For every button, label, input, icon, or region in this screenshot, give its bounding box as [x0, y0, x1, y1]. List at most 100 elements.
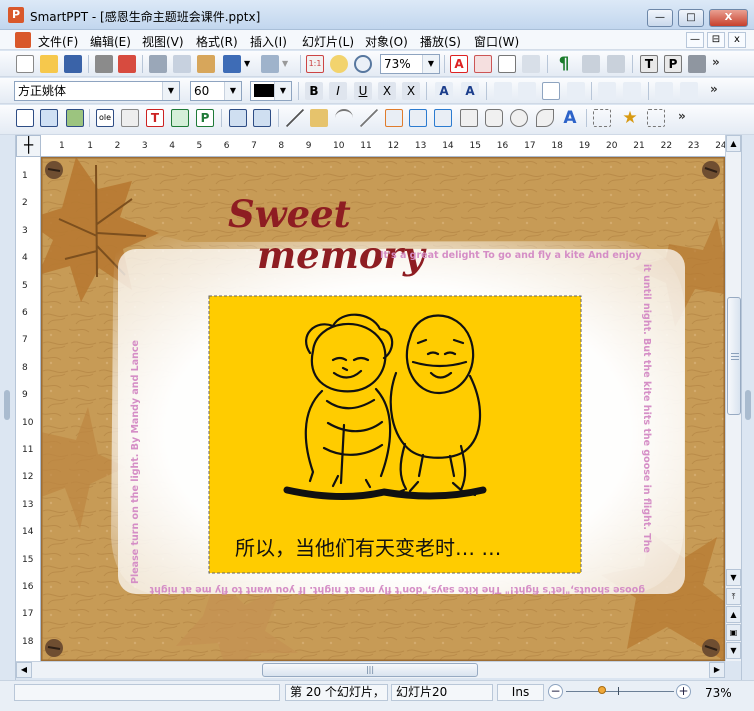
align-left-icon[interactable]: [494, 82, 512, 100]
menu-insert[interactable]: 插入(I): [250, 33, 287, 50]
menu-window[interactable]: 窗口(W): [474, 33, 519, 50]
ruler-origin-icon[interactable]: ┼: [16, 135, 41, 157]
arrow-line-icon[interactable]: [360, 109, 378, 127]
paragraph-mark-icon[interactable]: ¶: [555, 55, 573, 73]
image-frame-icon[interactable]: [66, 109, 84, 127]
menu-format[interactable]: 格式(R): [196, 33, 238, 50]
toolbar-more-icon[interactable]: »: [710, 82, 718, 96]
graphic-frame-icon[interactable]: [171, 109, 189, 127]
minimize-button[interactable]: —: [647, 9, 673, 27]
rectangle-icon[interactable]: [460, 109, 478, 127]
previous-slide-icon[interactable]: ▲: [726, 606, 741, 623]
decrease-font-icon[interactable]: A: [461, 82, 479, 100]
chevron-down-icon[interactable]: ▼: [162, 82, 179, 100]
align-objects-icon[interactable]: [593, 109, 611, 127]
close-button[interactable]: X: [709, 9, 748, 27]
ole-object-icon[interactable]: ole: [96, 109, 114, 127]
select-frame-icon[interactable]: [16, 109, 34, 127]
zoom-select[interactable]: 73% ▼: [380, 54, 440, 74]
template-t-icon[interactable]: T: [640, 55, 658, 73]
zoom-slider-thumb[interactable]: [598, 686, 606, 694]
menu-file[interactable]: 文件(F): [38, 33, 78, 50]
new-file-icon[interactable]: [16, 55, 34, 73]
document-icon[interactable]: [15, 32, 31, 48]
zoom-out-icon[interactable]: −: [548, 684, 563, 699]
paste-icon[interactable]: [197, 55, 215, 73]
chevron-down-icon[interactable]: ▼: [224, 82, 241, 100]
text-frame-icon[interactable]: T: [146, 109, 164, 127]
elbow-connector-icon[interactable]: [409, 109, 427, 127]
increase-indent-icon[interactable]: [623, 82, 641, 100]
next-slide-icon[interactable]: ▼: [726, 642, 741, 659]
menu-slide[interactable]: 幻灯片(L): [302, 33, 354, 50]
scroll-left-icon[interactable]: ◀: [16, 662, 32, 678]
chevron-down-icon[interactable]: ▼: [274, 82, 291, 100]
shadow-text-icon[interactable]: X: [402, 82, 420, 100]
redo-dropdown-icon[interactable]: ▼: [282, 55, 292, 73]
increase-font-icon[interactable]: A: [435, 82, 453, 100]
curve-icon[interactable]: [335, 109, 353, 127]
undo-icon[interactable]: [223, 55, 241, 73]
photo-frame[interactable]: 所以，当他们有天变老时… …: [208, 295, 582, 574]
cut-icon[interactable]: [149, 55, 167, 73]
pdf-export-icon[interactable]: [118, 55, 136, 73]
insert-table-icon[interactable]: [474, 55, 492, 73]
connector-icon[interactable]: [385, 109, 403, 127]
underline-icon[interactable]: U: [354, 82, 372, 100]
curved-connector-icon[interactable]: [434, 109, 452, 127]
select-objects-icon[interactable]: [647, 109, 665, 127]
bold-icon[interactable]: B: [305, 82, 323, 100]
border-text-top[interactable]: It's a great delight To go and fly a kit…: [380, 250, 642, 261]
actual-size-icon[interactable]: 1:1: [306, 55, 324, 73]
numbered-list-icon[interactable]: [680, 82, 698, 100]
scroll-right-icon[interactable]: ▶: [709, 662, 725, 678]
doc-close-button[interactable]: x: [728, 32, 746, 48]
justify-icon[interactable]: [567, 82, 585, 100]
open-folder-icon[interactable]: [40, 55, 58, 73]
copy-icon[interactable]: [173, 55, 191, 73]
slide-sorter-icon[interactable]: ▣: [726, 624, 741, 641]
panel-grip-icon[interactable]: [4, 390, 10, 420]
undo-dropdown-icon[interactable]: ▼: [244, 55, 254, 73]
ungroup-icon[interactable]: [253, 109, 271, 127]
slide-canvas[interactable]: Sweet memory It's a great delight To go …: [41, 157, 725, 661]
strikethrough-icon[interactable]: X: [378, 82, 396, 100]
picture-frame-icon[interactable]: P: [196, 109, 214, 127]
redo-icon[interactable]: [261, 55, 279, 73]
line-icon[interactable]: [286, 109, 304, 127]
menu-edit[interactable]: 编辑(E): [90, 33, 131, 50]
menu-play[interactable]: 播放(S): [420, 33, 461, 50]
font-name-select[interactable]: 方正姚体 ▼: [14, 81, 180, 101]
search-icon[interactable]: [354, 55, 372, 73]
list-box-icon[interactable]: [498, 55, 516, 73]
zoom-in-icon[interactable]: +: [676, 684, 691, 699]
decrease-indent-icon[interactable]: [598, 82, 616, 100]
bullet-list-icon[interactable]: [655, 82, 673, 100]
maximize-button[interactable]: □: [678, 9, 704, 27]
save-icon[interactable]: [64, 55, 82, 73]
right-panel-collapsed[interactable]: [741, 135, 754, 681]
border-text-bottom[interactable]: goose shouts,"let's fight!" The kite say…: [149, 584, 645, 595]
spell-check-icon[interactable]: [582, 55, 600, 73]
rounded-rect-icon[interactable]: [485, 109, 503, 127]
text-style-icon[interactable]: A: [450, 55, 468, 73]
slide-title-sweet[interactable]: Sweet: [228, 192, 351, 236]
chevron-down-icon[interactable]: ▼: [422, 55, 439, 73]
scroll-up-icon[interactable]: ▲: [726, 135, 741, 152]
zoom-slider[interactable]: [566, 691, 674, 692]
format-painter-icon[interactable]: [522, 55, 540, 73]
first-slide-icon[interactable]: ⤒: [726, 588, 741, 605]
horizontal-scroll-thumb[interactable]: |||: [262, 663, 478, 677]
print-icon[interactable]: [95, 55, 113, 73]
toolbar-more-icon[interactable]: »: [712, 55, 720, 69]
star-icon[interactable]: ★: [621, 109, 639, 127]
slide-panel-collapsed[interactable]: [0, 135, 16, 681]
shapes-icon[interactable]: [536, 109, 554, 127]
panel-grip-icon[interactable]: [745, 390, 751, 420]
ellipse-icon[interactable]: [510, 109, 528, 127]
table-frame-icon[interactable]: [40, 109, 58, 127]
pencil-icon[interactable]: [310, 109, 328, 127]
vertical-scrollbar[interactable]: ▲ ▼ ⤒ ▲ ▣ ▼: [725, 135, 741, 661]
menu-view[interactable]: 视图(V): [142, 33, 184, 50]
chart-icon[interactable]: [607, 55, 625, 73]
